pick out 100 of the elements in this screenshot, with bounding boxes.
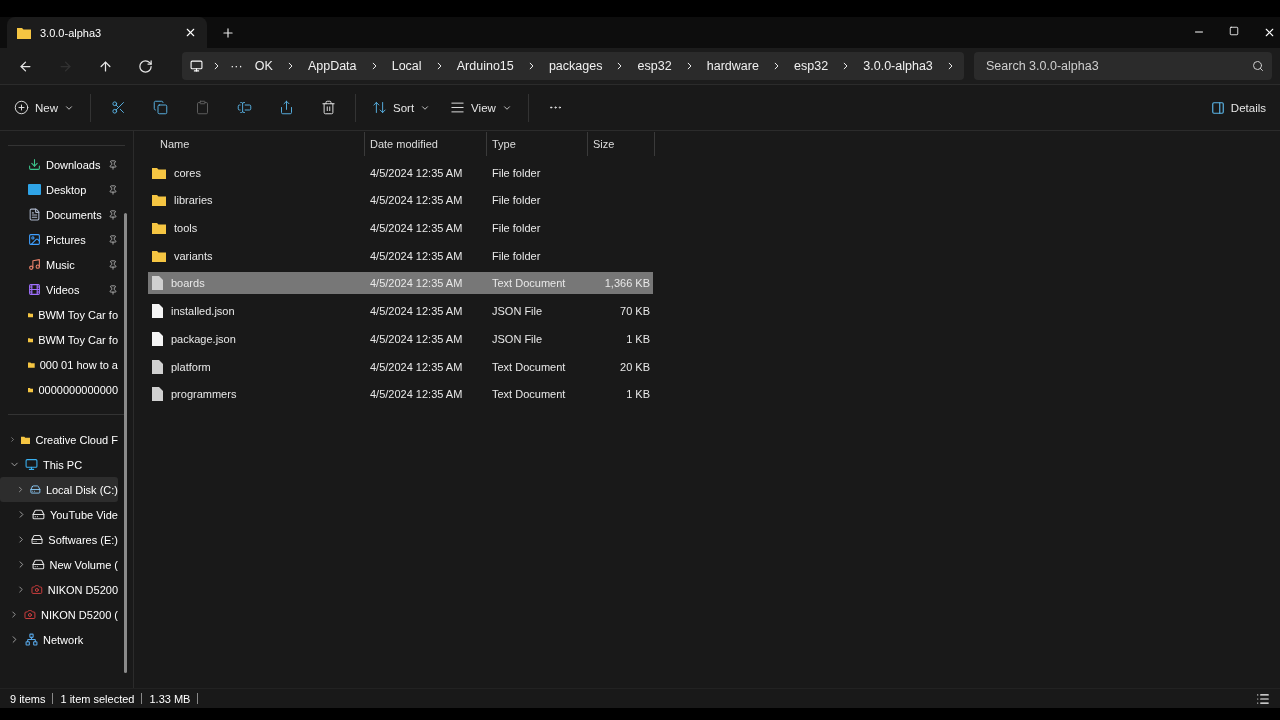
file-row[interactable]: boards 4/5/2024 12:35 AM Text Document 1,366 KB: [148, 272, 653, 295]
nav-item[interactable]: Pictures: [0, 227, 118, 252]
drive-icon: [31, 533, 44, 546]
network-icon: [25, 633, 38, 646]
view-button[interactable]: View: [446, 92, 516, 123]
breadcrumb-item[interactable]: packages: [548, 59, 603, 73]
size-cell-text: 70 KB: [619, 305, 651, 318]
search-icon: [1252, 60, 1264, 72]
file-row[interactable]: platform 4/5/2024 12:35 AM Text Document 20 KB: [148, 355, 653, 378]
panel-icon: [1210, 100, 1225, 115]
type-cell-text: File folder: [491, 166, 542, 179]
folder-icon: [152, 194, 166, 207]
file-name: variants: [173, 249, 213, 262]
nav-item[interactable]: BWM Toy Car fo: [0, 302, 118, 327]
nav-item[interactable]: Creative Cloud F: [0, 427, 118, 452]
status-text: 1.33 MB: [149, 692, 191, 705]
search-field[interactable]: Search 3.0.0-alpha3: [974, 52, 1272, 80]
download-icon: [28, 158, 41, 171]
file-name: platform: [170, 360, 211, 373]
breadcrumb-item[interactable]: 3.0.0-alpha3: [863, 59, 933, 73]
nav-item[interactable]: Videos: [0, 277, 118, 302]
close-icon[interactable]: [184, 26, 197, 39]
column-header[interactable]: Date modified: [365, 132, 487, 156]
breadcrumb-item[interactable]: Local: [391, 59, 422, 73]
nav-item[interactable]: BWM Toy Car fo: [0, 327, 118, 352]
nav-item[interactable]: 0000000000000: [0, 377, 118, 402]
file-name: programmers: [170, 388, 237, 401]
nav-item[interactable]: New Volume (: [0, 552, 118, 577]
tab[interactable]: 3.0.0-alpha3: [7, 17, 207, 48]
column-header[interactable]: Size: [588, 132, 655, 156]
breadcrumb-item[interactable]: Arduino15: [456, 59, 514, 73]
file-row[interactable]: libraries 4/5/2024 12:35 AM File folder: [148, 189, 653, 212]
date-cell-text: 4/5/2024 12:35 AM: [369, 277, 464, 290]
size-cell-text: 20 KB: [619, 360, 651, 373]
date-cell-text: 4/5/2024 12:35 AM: [369, 249, 464, 262]
date-cell-text: 4/5/2024 12:35 AM: [369, 194, 464, 207]
breadcrumb-item[interactable]: esp32: [794, 59, 829, 73]
type-cell-text: File folder: [491, 194, 542, 207]
details-view-icon[interactable]: [1256, 691, 1270, 706]
close-icon[interactable]: [1263, 26, 1276, 39]
desktop-icon: [28, 184, 41, 195]
column-header[interactable]: Type: [487, 132, 588, 156]
document-icon: [152, 276, 163, 291]
nav-item[interactable]: Desktop: [0, 177, 118, 202]
drive-icon: [31, 558, 45, 571]
file-row[interactable]: cores 4/5/2024 12:35 AM File folder: [148, 161, 653, 184]
nav-item[interactable]: Local Disk (C:): [0, 477, 118, 502]
breadcrumb-overflow[interactable]: ···: [230, 59, 243, 73]
scissors-icon: [110, 100, 126, 115]
date-cell-text: 4/5/2024 12:35 AM: [369, 360, 464, 373]
nav-item[interactable]: YouTube Vide: [0, 502, 118, 527]
type-cell-text: Text Document: [491, 277, 567, 290]
details-button[interactable]: Details: [1206, 92, 1270, 123]
date-cell-text: 4/5/2024 12:35 AM: [369, 166, 464, 179]
nav-item[interactable]: Documents: [0, 202, 118, 227]
nav-item[interactable]: NIKON D5200 (: [0, 602, 118, 627]
column-header[interactable]: Name: [148, 132, 365, 156]
status-text: 9 items: [10, 692, 46, 705]
date-cell-text: 4/5/2024 12:35 AM: [369, 388, 464, 401]
file-name: tools: [173, 222, 198, 235]
copy-icon: [152, 100, 168, 115]
nav-item[interactable]: This PC: [0, 452, 118, 477]
camera-icon: [24, 608, 36, 621]
file-name: package.json: [170, 332, 236, 345]
file-row[interactable]: programmers 4/5/2024 12:35 AM Text Document 1 KB: [148, 383, 653, 406]
folder-icon: [152, 222, 166, 235]
nav-item[interactable]: Music: [0, 252, 118, 277]
address-bar[interactable]: ··· OK AppData Local Arduino15 packages esp32 hardware esp32 3.0.0-alpha3: [182, 52, 964, 80]
camera-icon: [30, 583, 43, 596]
image-icon: [28, 233, 41, 246]
breadcrumb-item[interactable]: hardware: [706, 59, 759, 73]
restore-icon[interactable]: [1229, 26, 1239, 36]
nav-item[interactable]: NIKON D5200: [0, 577, 118, 602]
type-cell-text: File folder: [491, 222, 542, 235]
trash-icon: [320, 100, 336, 115]
folder-icon: [17, 26, 31, 39]
breadcrumb-item[interactable]: esp32: [637, 59, 672, 73]
breadcrumb-item[interactable]: AppData: [307, 59, 357, 73]
size-cell-text: 1 KB: [625, 388, 651, 401]
tab-title: 3.0.0-alpha3: [40, 26, 103, 39]
new-button[interactable]: New: [10, 92, 78, 123]
document-icon: [152, 331, 163, 346]
file-name: installed.json: [170, 305, 235, 318]
nav-item[interactable]: 000 01 how to a: [0, 352, 118, 377]
file-row[interactable]: installed.json 4/5/2024 12:35 AM JSON File 70 KB: [148, 300, 653, 323]
rename-icon: [236, 100, 252, 115]
document-icon: [152, 304, 163, 319]
breadcrumb-item[interactable]: OK: [254, 59, 273, 73]
type-cell-text: Text Document: [491, 360, 567, 373]
sort-button[interactable]: Sort: [368, 92, 435, 123]
type-cell-text: Text Document: [491, 388, 567, 401]
sort-icon: [372, 100, 387, 115]
file-row[interactable]: variants 4/5/2024 12:35 AM File folder: [148, 244, 653, 267]
nav-item[interactable]: Network: [0, 627, 118, 652]
nav-item[interactable]: Downloads: [0, 152, 118, 177]
file-row[interactable]: package.json 4/5/2024 12:35 AM JSON File 1 KB: [148, 327, 653, 350]
file-row[interactable]: tools 4/5/2024 12:35 AM File folder: [148, 217, 653, 240]
nav-item[interactable]: Softwares (E:): [0, 527, 118, 552]
type-cell-text: File folder: [491, 249, 542, 262]
date-cell-text: 4/5/2024 12:35 AM: [369, 332, 464, 345]
